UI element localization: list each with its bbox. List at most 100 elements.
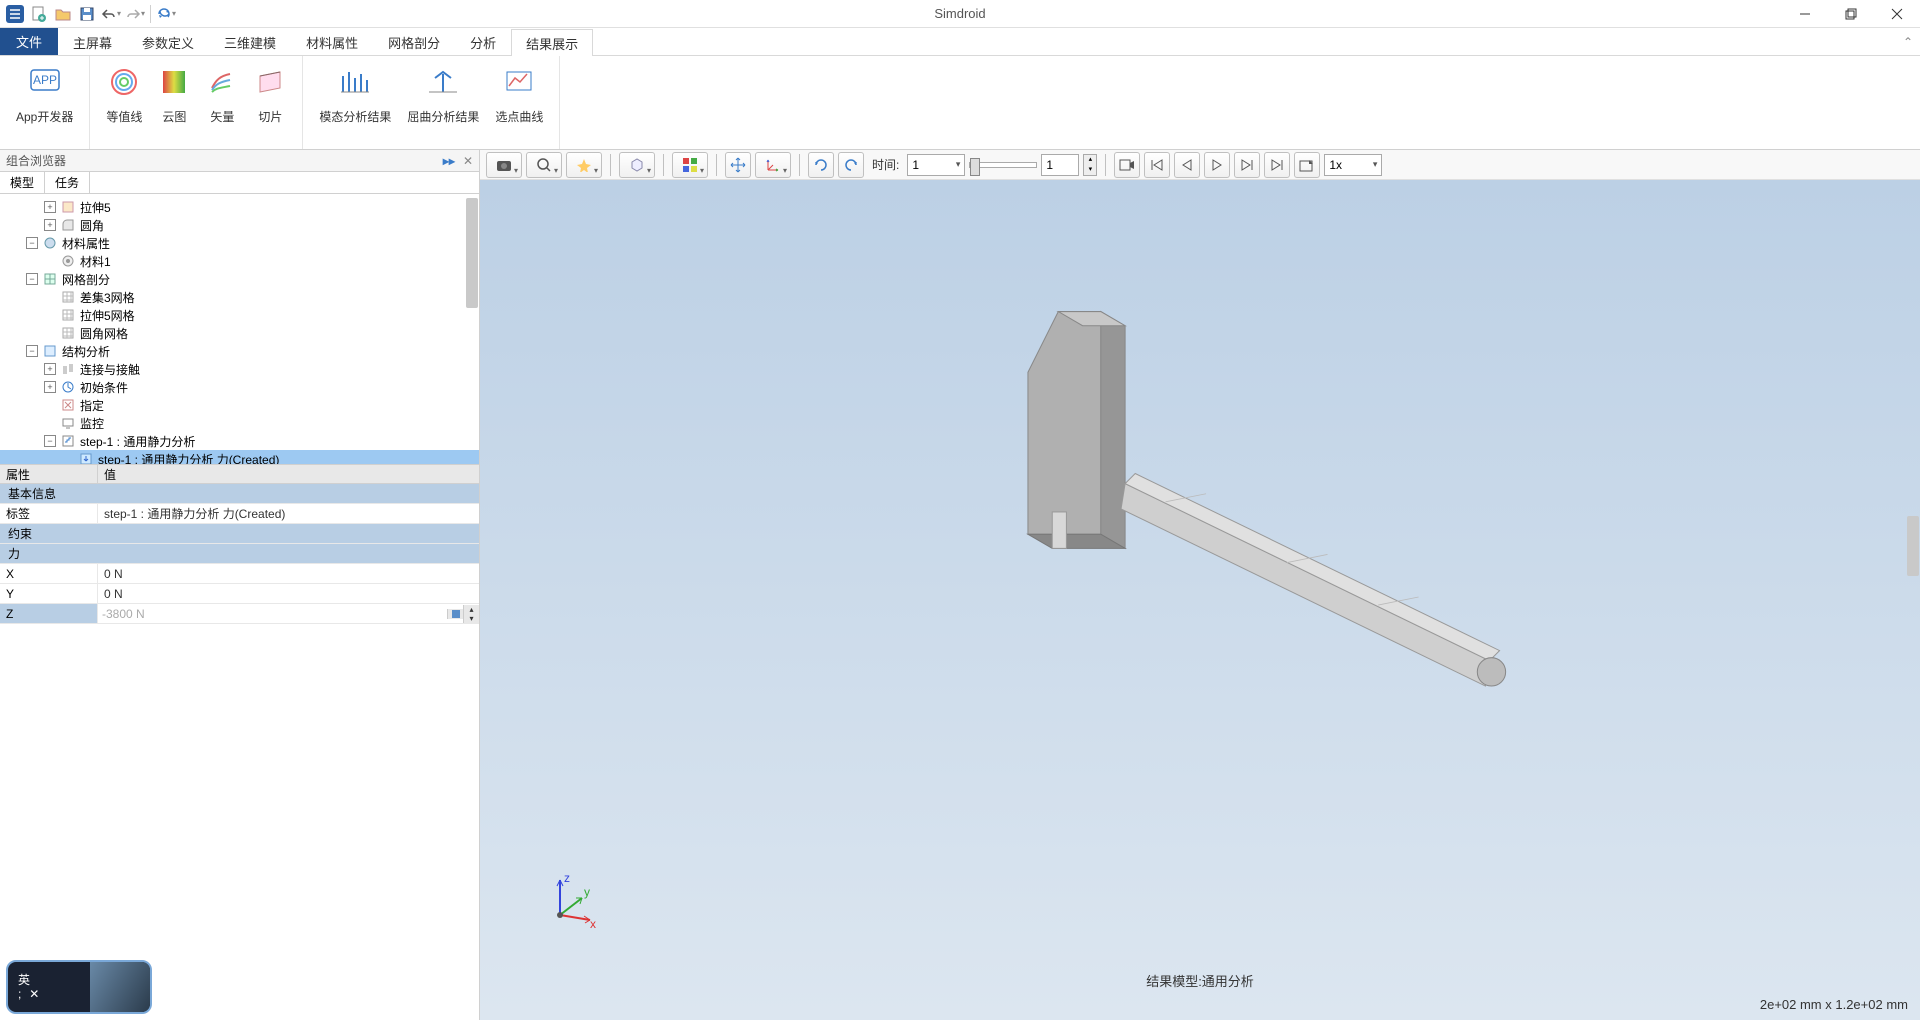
- tree-item[interactable]: step-1 : 通用静力分析 力(Created): [0, 450, 479, 464]
- skip-last-icon[interactable]: [1264, 152, 1290, 178]
- frame-input[interactable]: 1: [1041, 154, 1079, 176]
- panel-close-icon[interactable]: ✕: [463, 154, 473, 168]
- vector-button[interactable]: 矢量: [200, 62, 244, 129]
- tree-toggle[interactable]: −: [44, 435, 56, 447]
- app-dev-button[interactable]: APP App开发器: [10, 62, 79, 129]
- 3d-canvas[interactable]: zxy 结果模型:通用分析 2e+02 mm x 1.2e+02 mm: [480, 180, 1920, 1020]
- mat-icon: [60, 253, 76, 269]
- pick-curve-button[interactable]: 选点曲线: [489, 62, 549, 129]
- app-title: Simdroid: [934, 6, 985, 21]
- pick-curve-icon: [503, 66, 535, 98]
- record-icon[interactable]: [1114, 152, 1140, 178]
- tree-item[interactable]: 差集3网格: [0, 288, 479, 306]
- tab-analysis[interactable]: 分析: [455, 28, 511, 55]
- viewport-scrollbar[interactable]: [1907, 516, 1919, 576]
- axes-icon[interactable]: [755, 152, 791, 178]
- app-dev-icon: APP: [29, 66, 61, 98]
- zoom-icon[interactable]: [526, 152, 562, 178]
- skip-first-icon[interactable]: [1144, 152, 1170, 178]
- prop-z-link-icon[interactable]: [447, 609, 463, 619]
- tree-item[interactable]: 圆角网格: [0, 324, 479, 342]
- open-file-icon[interactable]: [52, 3, 74, 25]
- slice-button[interactable]: 切片: [248, 62, 292, 129]
- refresh-icon[interactable]: ▾: [155, 3, 177, 25]
- export-anim-icon[interactable]: [1294, 152, 1320, 178]
- speed-combo[interactable]: 1x: [1324, 154, 1382, 176]
- buckle-result-button[interactable]: 屈曲分析结果: [401, 62, 485, 129]
- tree-item[interactable]: 材料1: [0, 252, 479, 270]
- contour-button[interactable]: 等值线: [100, 62, 148, 129]
- tab-mesh[interactable]: 网格剖分: [373, 28, 455, 55]
- tab-params[interactable]: 参数定义: [127, 28, 209, 55]
- maximize-button[interactable]: [1828, 0, 1874, 28]
- butterfly-icon: ✕: [29, 987, 39, 1001]
- prop-row-z[interactable]: Z ▴▾: [0, 604, 479, 624]
- highlight-icon[interactable]: [566, 152, 602, 178]
- tree-toggle[interactable]: +: [44, 201, 56, 213]
- model-tree[interactable]: +拉伸5+圆角−材料属性材料1−网格剖分差集3网格拉伸5网格圆角网格−结构分析+…: [0, 194, 479, 464]
- tab-results[interactable]: 结果展示: [511, 29, 593, 56]
- prop-row-y[interactable]: Y0 N: [0, 584, 479, 604]
- frame-stepper[interactable]: ▴▾: [1083, 154, 1097, 176]
- rotate-ccw-icon[interactable]: [808, 152, 834, 178]
- tree-toggle[interactable]: −: [26, 237, 38, 249]
- time-combo[interactable]: 1: [907, 154, 965, 176]
- tree-item[interactable]: 指定: [0, 396, 479, 414]
- tree-item[interactable]: +圆角: [0, 216, 479, 234]
- svg-text:APP: APP: [33, 73, 57, 87]
- prop-row-x[interactable]: X0 N: [0, 564, 479, 584]
- step-icon: [60, 433, 76, 449]
- tree-toggle[interactable]: +: [44, 381, 56, 393]
- tab-material[interactable]: 材料属性: [291, 28, 373, 55]
- viewport: 时间: 1 1 ▴▾ 1x: [480, 150, 1920, 1020]
- step-fwd-icon[interactable]: [1234, 152, 1260, 178]
- tab-home[interactable]: 主屏幕: [58, 28, 127, 55]
- redo-icon[interactable]: ▾: [124, 3, 146, 25]
- minimize-button[interactable]: [1782, 0, 1828, 28]
- panel-pin-icon[interactable]: ▸▸: [443, 154, 455, 168]
- tree-item[interactable]: −结构分析: [0, 342, 479, 360]
- cloud-button[interactable]: 云图: [152, 62, 196, 129]
- tree-item[interactable]: 拉伸5网格: [0, 306, 479, 324]
- tree-toggle[interactable]: +: [44, 219, 56, 231]
- tree-toggle[interactable]: −: [26, 273, 38, 285]
- subtab-model[interactable]: 模型: [0, 172, 45, 193]
- tree-item[interactable]: 监控: [0, 414, 479, 432]
- tree-toggle[interactable]: −: [26, 345, 38, 357]
- save-icon[interactable]: [76, 3, 98, 25]
- tree-item[interactable]: −网格剖分: [0, 270, 479, 288]
- ime-widget[interactable]: 英 ; ✕: [6, 960, 152, 1014]
- tree-item[interactable]: +连接与接触: [0, 360, 479, 378]
- tree-item[interactable]: −材料属性: [0, 234, 479, 252]
- prop-row-tag[interactable]: 标签step-1 : 通用静力分析 力(Created): [0, 504, 479, 524]
- time-label: 时间:: [872, 156, 899, 173]
- tree-item[interactable]: +拉伸5: [0, 198, 479, 216]
- tree-scrollbar[interactable]: [466, 198, 478, 308]
- undo-icon[interactable]: ▾: [100, 3, 122, 25]
- tree-item[interactable]: +初始条件: [0, 378, 479, 396]
- modal-result-button[interactable]: 模态分析结果: [313, 62, 397, 129]
- prop-z-stepper[interactable]: ▴▾: [463, 605, 479, 623]
- rotate-cw-icon[interactable]: [838, 152, 864, 178]
- new-file-icon[interactable]: [28, 3, 50, 25]
- app-logo-icon[interactable]: [4, 3, 26, 25]
- palette-icon[interactable]: [672, 152, 708, 178]
- material-icon: [42, 235, 58, 251]
- tree-item[interactable]: −step-1 : 通用静力分析: [0, 432, 479, 450]
- slice-icon: [254, 66, 286, 98]
- prop-z-input[interactable]: [98, 604, 447, 623]
- time-slider[interactable]: [969, 162, 1037, 168]
- step-back-icon[interactable]: [1174, 152, 1200, 178]
- close-button[interactable]: [1874, 0, 1920, 28]
- play-icon[interactable]: [1204, 152, 1230, 178]
- view-mode-icon[interactable]: [619, 152, 655, 178]
- titlebar: ▾ ▾ ▾ Simdroid: [0, 0, 1920, 28]
- tree-toggle[interactable]: +: [44, 363, 56, 375]
- move-icon[interactable]: [725, 152, 751, 178]
- subtab-task[interactable]: 任务: [45, 172, 90, 193]
- ribbon-collapse-icon[interactable]: ⌃: [1896, 28, 1920, 55]
- axis-triad: zxy: [540, 870, 600, 930]
- camera-icon[interactable]: [486, 152, 522, 178]
- file-menu[interactable]: 文件: [0, 28, 58, 55]
- tab-3dmodel[interactable]: 三维建模: [209, 28, 291, 55]
